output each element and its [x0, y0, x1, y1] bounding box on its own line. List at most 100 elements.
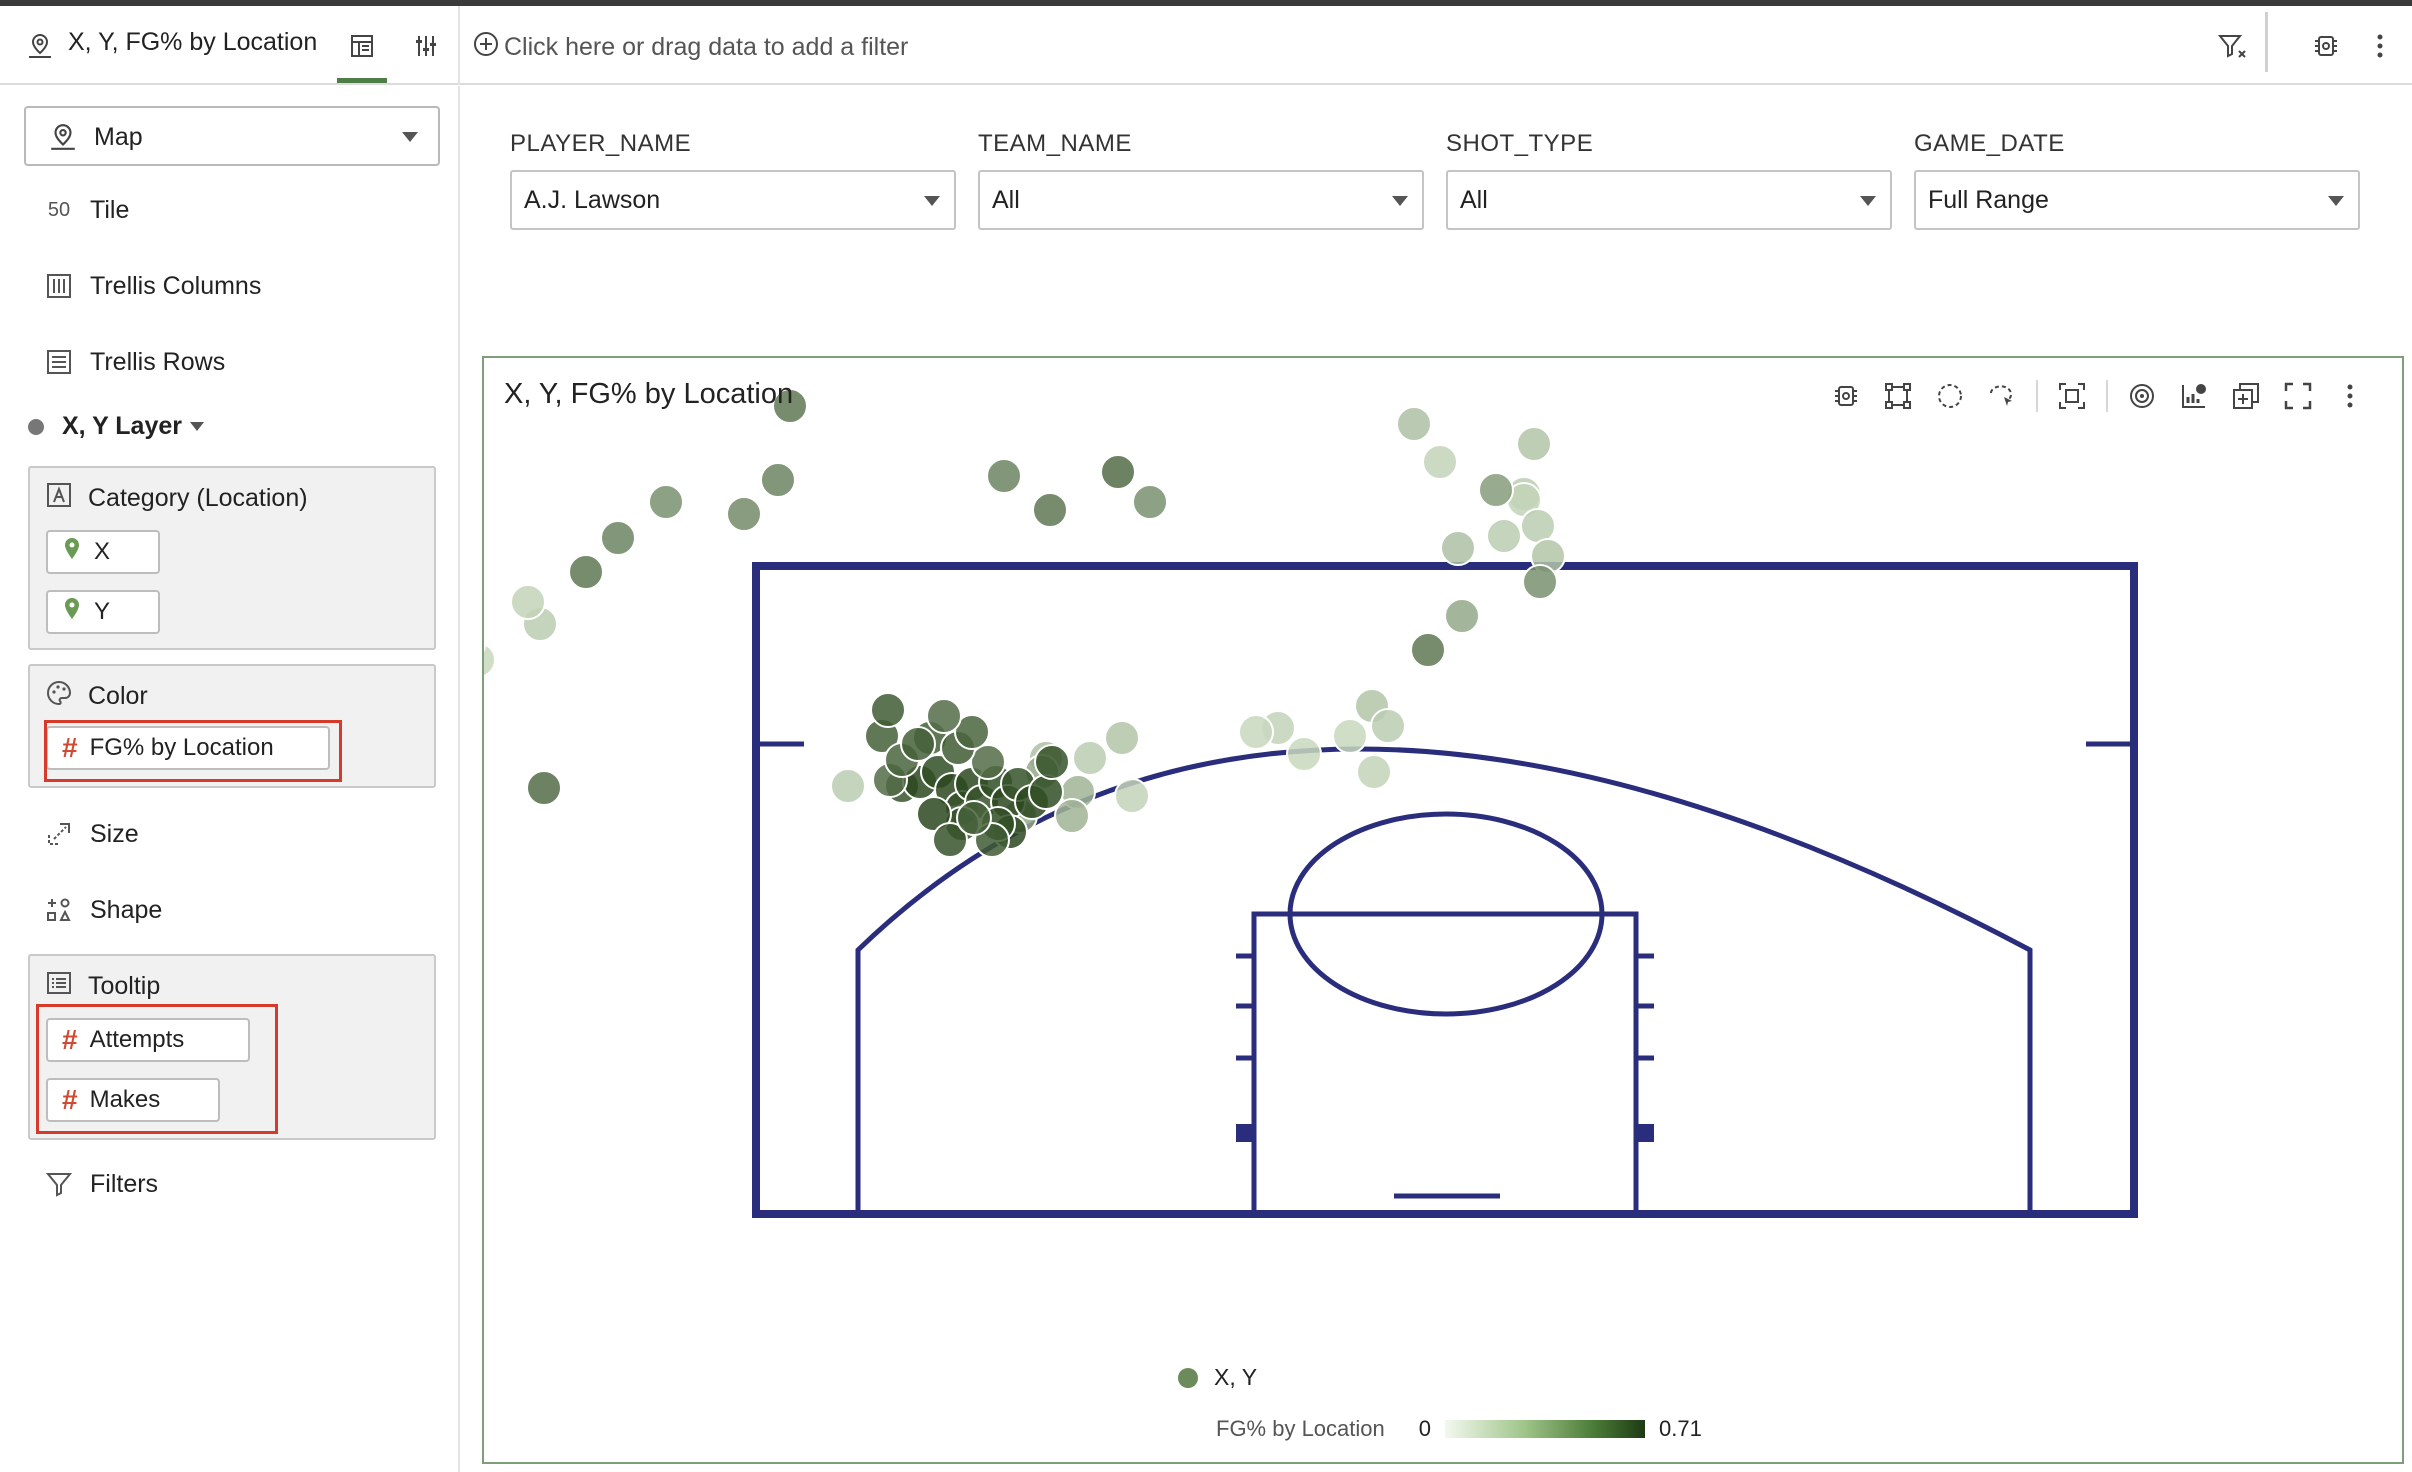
shot-point[interactable]: [1396, 406, 1432, 442]
circle-select-icon[interactable]: [1932, 378, 1968, 414]
more-vertical-icon[interactable]: [2362, 28, 2398, 64]
free-throw-lane: [1251, 911, 1639, 1217]
filter-funnel-icon[interactable]: [2214, 28, 2250, 64]
pill-y[interactable]: Y: [46, 590, 160, 634]
group-title: Color: [88, 682, 148, 710]
shot-point[interactable]: [648, 484, 684, 520]
shot-point[interactable]: [1104, 720, 1140, 756]
viz-type-select[interactable]: Map: [24, 106, 440, 166]
sidebar-item-label: Filters: [90, 1169, 159, 1198]
sidebar-item-trellis-rows[interactable]: Trellis Rows: [44, 342, 225, 382]
resize-icon: [44, 819, 74, 849]
shot-point[interactable]: [1032, 492, 1068, 528]
shot-point[interactable]: [1132, 484, 1168, 520]
add-filter-area[interactable]: Click here or drag data to add a filter: [472, 30, 908, 65]
rectangle-select-icon[interactable]: [1880, 378, 1916, 414]
viz-title: X, Y, FG% by Location: [68, 28, 318, 56]
map-pin-icon: [22, 28, 58, 64]
filter-select-game-date[interactable]: Full Range: [1914, 170, 2360, 230]
shot-point[interactable]: [1444, 598, 1480, 634]
active-tab-indicator: [337, 78, 387, 83]
shot-point[interactable]: [900, 726, 936, 762]
shot-point[interactable]: [1520, 508, 1556, 544]
chevron-down-icon: [190, 422, 204, 431]
pill-x[interactable]: X: [46, 530, 160, 574]
shot-point[interactable]: [956, 800, 992, 836]
shot-point[interactable]: [986, 458, 1022, 494]
shot-point[interactable]: [726, 496, 762, 532]
filter-select-team[interactable]: All: [978, 170, 1424, 230]
shot-point[interactable]: [1478, 472, 1514, 508]
more-vertical-icon[interactable]: [2332, 378, 2368, 414]
filter-value: All: [1460, 186, 1488, 214]
shot-point[interactable]: [510, 584, 546, 620]
shot-point[interactable]: [1034, 744, 1070, 780]
category-drop-zone[interactable]: Category (Location) X Y: [28, 466, 436, 650]
shot-point[interactable]: [830, 768, 866, 804]
color-legend-label: FG% by Location: [1216, 1416, 1385, 1441]
shot-point[interactable]: [1522, 564, 1558, 600]
chart-options-icon[interactable]: [2176, 378, 2212, 414]
color-legend: FG% by Location 0 0.71: [1216, 1416, 1702, 1442]
shot-point[interactable]: [1028, 774, 1064, 810]
shot-point[interactable]: [568, 554, 604, 590]
color-header: Color: [46, 680, 148, 713]
court-boundary: [752, 562, 2138, 1218]
shot-point[interactable]: [760, 462, 796, 498]
shot-point[interactable]: [1054, 798, 1090, 834]
filter-label-team: TEAM_NAME: [978, 130, 1132, 157]
sidebar-item-label: Size: [90, 819, 139, 848]
sync-settings-icon[interactable]: [2308, 28, 2344, 64]
sidebar-item-size[interactable]: Size: [44, 814, 139, 854]
shot-point[interactable]: [1238, 714, 1274, 750]
location-pin-icon: [62, 536, 82, 569]
sidebar-item-filters[interactable]: Filters: [44, 1164, 158, 1204]
filter-select-shot-type[interactable]: All: [1446, 170, 1892, 230]
chevron-down-icon: [924, 196, 940, 206]
grammar-panel-icon[interactable]: [344, 28, 380, 64]
lasso-select-icon[interactable]: [1984, 378, 2020, 414]
shot-point[interactable]: [1114, 778, 1150, 814]
filter-select-player[interactable]: A.J. Lawson: [510, 170, 956, 230]
filter-funnel-icon: [44, 1169, 74, 1199]
color-legend-min: 0: [1418, 1416, 1431, 1441]
shot-point[interactable]: [870, 692, 906, 728]
grammar-sidebar: Map 50 Tile Trellis Columns Trellis Rows…: [0, 86, 460, 1472]
layer-header[interactable]: X, Y Layer: [28, 412, 204, 441]
shot-point[interactable]: [1356, 754, 1392, 790]
shot-point[interactable]: [1410, 632, 1446, 668]
plus-circle-icon: [472, 30, 500, 65]
shot-point[interactable]: [1516, 426, 1552, 462]
shot-point[interactable]: [600, 520, 636, 556]
filter-hint-text: Click here or drag data to add a filter: [504, 33, 909, 61]
shot-point[interactable]: [1486, 518, 1522, 554]
shot-point[interactable]: [1072, 740, 1108, 776]
filter-label-player: PLAYER_NAME: [510, 130, 692, 157]
pill-label: Y: [94, 598, 111, 625]
series-legend: X, Y: [1178, 1364, 1257, 1391]
shot-point[interactable]: [1286, 736, 1322, 772]
shot-point[interactable]: [1332, 718, 1368, 754]
shot-point[interactable]: [926, 698, 962, 734]
shot-point[interactable]: [970, 744, 1006, 780]
target-icon[interactable]: [2124, 378, 2160, 414]
shot-point[interactable]: [1440, 530, 1476, 566]
shot-point[interactable]: [1422, 444, 1458, 480]
sync-settings-icon[interactable]: [1828, 378, 1864, 414]
shot-point[interactable]: [1370, 708, 1406, 744]
sidebar-item-label: Trellis Columns: [90, 271, 262, 300]
duplicate-icon[interactable]: [2228, 378, 2264, 414]
sidebar-item-label: Tile: [90, 195, 130, 224]
shot-points: [484, 388, 1566, 858]
shot-point[interactable]: [1100, 454, 1136, 490]
maximize-icon[interactable]: [2280, 378, 2316, 414]
sidebar-item-tile[interactable]: 50 Tile: [44, 190, 129, 230]
shot-point[interactable]: [484, 643, 496, 677]
sidebar-item-shape[interactable]: Shape: [44, 890, 162, 930]
shot-point[interactable]: [526, 770, 562, 806]
group-title: Tooltip: [88, 972, 161, 1000]
properties-sliders-icon[interactable]: [408, 28, 444, 64]
zoom-to-fit-icon[interactable]: [2054, 378, 2090, 414]
court-map[interactable]: [484, 358, 2402, 1462]
sidebar-item-trellis-columns[interactable]: Trellis Columns: [44, 266, 261, 306]
